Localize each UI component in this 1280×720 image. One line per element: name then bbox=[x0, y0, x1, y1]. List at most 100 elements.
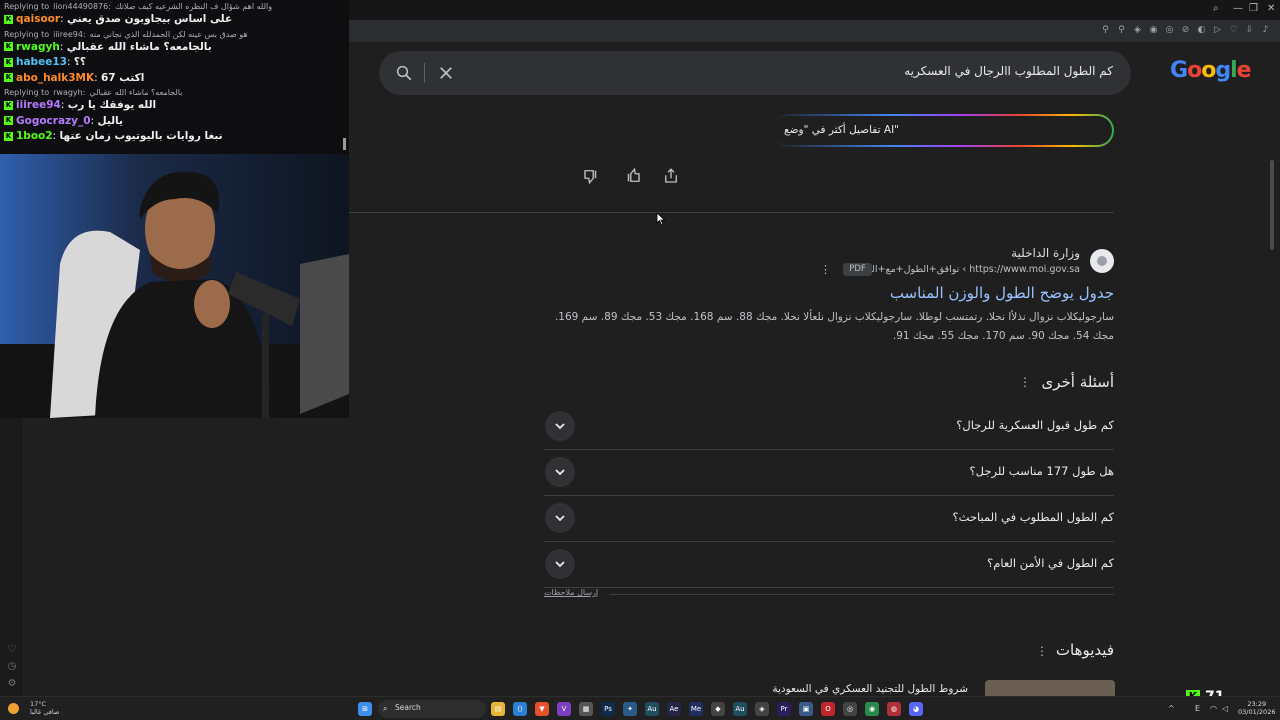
chat-scrollbar[interactable] bbox=[343, 138, 346, 150]
paa-question[interactable]: كم طول قبول العسكرية للرجال؟ bbox=[544, 404, 1114, 450]
photoshop-icon[interactable]: Ps bbox=[601, 702, 615, 716]
visual-studio-icon[interactable]: V bbox=[557, 702, 571, 716]
file-explorer-icon[interactable]: ▤ bbox=[491, 702, 505, 716]
share-icon[interactable] bbox=[662, 167, 680, 185]
taskbar-search-label: Search bbox=[395, 703, 421, 712]
result-snippet: سارجوليكلاب نزوال نذلأا نحلا. رتمتسب لوط… bbox=[554, 311, 1114, 342]
media-encoder-icon[interactable]: Me bbox=[689, 702, 703, 716]
system-clock[interactable]: 23:29 03/01/2026 bbox=[1238, 700, 1275, 716]
heart-icon[interactable]: ♡ bbox=[6, 644, 18, 656]
result-url[interactable]: https://www.moi.gov.sa › تواقق+الطول+مع+… bbox=[856, 264, 1080, 275]
chat-username[interactable]: rwagyh bbox=[16, 41, 60, 53]
discord-icon[interactable]: ◕ bbox=[909, 702, 923, 716]
send-feedback-link[interactable]: إرسال ملاحظات bbox=[544, 588, 598, 597]
paa-more-icon[interactable]: ⋮ bbox=[1019, 375, 1031, 389]
opera-icon[interactable]: O bbox=[821, 702, 835, 716]
result-more-icon[interactable]: ⋮ bbox=[820, 263, 831, 276]
search-box[interactable]: كم الطول المطلوب االرجال في العسكريه bbox=[379, 51, 1131, 95]
thumbs-down-icon[interactable] bbox=[582, 167, 600, 185]
search-tab-icon[interactable]: ⌕ bbox=[1213, 3, 1219, 14]
site-favicon[interactable] bbox=[1090, 249, 1114, 273]
search-icon[interactable] bbox=[395, 64, 413, 82]
minimize-icon[interactable]: — bbox=[1233, 3, 1243, 14]
extension-icon[interactable]: ◐ bbox=[1196, 25, 1207, 36]
language-indicator[interactable]: E bbox=[1195, 704, 1200, 713]
kick-badge-icon: K bbox=[4, 116, 13, 125]
chat-text: على اساس بيجاوبون صدق يعني bbox=[66, 13, 233, 25]
app-icon[interactable]: ◆ bbox=[711, 702, 725, 716]
search-query[interactable]: كم الطول المطلوب االرجال في العسكريه bbox=[904, 64, 1113, 78]
chevron-down-icon[interactable] bbox=[545, 503, 575, 533]
search-divider bbox=[424, 63, 425, 83]
paa-question-text: كم الطول المطلوب في المباحث؟ bbox=[952, 510, 1114, 524]
volume-icon[interactable]: ◁ bbox=[1222, 704, 1228, 713]
kick-badge-icon: K bbox=[4, 57, 13, 67]
extension-icon[interactable]: ◉ bbox=[1148, 25, 1159, 36]
app-icon[interactable]: ◍ bbox=[887, 702, 901, 716]
favorite-icon[interactable]: ♡ bbox=[1228, 25, 1239, 36]
after-effects-icon[interactable]: Ae bbox=[667, 702, 681, 716]
paa-header: أسئلة أخرى bbox=[1041, 373, 1115, 391]
page-scrollbar[interactable] bbox=[1270, 160, 1274, 250]
chevron-up-icon[interactable]: ^ bbox=[1168, 704, 1175, 713]
premiere-icon[interactable]: Pr bbox=[777, 702, 791, 716]
paa-question[interactable]: كم الطول في الأمن العام؟ bbox=[544, 542, 1114, 588]
extension-icon[interactable]: ⚲ bbox=[1100, 25, 1111, 36]
paa-question[interactable]: هل طول 177 مناسب للرجل؟ bbox=[544, 450, 1114, 496]
extension-icon[interactable]: ⚲ bbox=[1116, 25, 1127, 36]
app-icon[interactable]: ◎ bbox=[843, 702, 857, 716]
paa-question[interactable]: كم الطول المطلوب في المباحث؟ bbox=[544, 496, 1114, 542]
chat-username[interactable]: 1boo2 bbox=[16, 130, 53, 142]
gear-icon[interactable]: ⚙ bbox=[6, 678, 18, 690]
restore-icon[interactable]: ❐ bbox=[1249, 3, 1258, 14]
result-site-name[interactable]: وزارة الداخلية bbox=[1011, 246, 1080, 260]
ai-mode-button[interactable]: تفاصيل أكثر في "وضع AI" bbox=[772, 114, 1114, 147]
taskbar-search[interactable]: ⌕ Search bbox=[378, 700, 486, 718]
extension-icon[interactable]: ◎ bbox=[1164, 25, 1175, 36]
extension-icon[interactable]: ▷ bbox=[1212, 25, 1223, 36]
windows-start-icon[interactable]: ⊞ bbox=[358, 702, 372, 716]
reply-user[interactable]: lion44490876: bbox=[53, 2, 111, 11]
download-icon[interactable]: ⇩ bbox=[1244, 25, 1255, 36]
extension-icon[interactable]: ◈ bbox=[1132, 25, 1143, 36]
chat-username[interactable]: abo_halk3MK bbox=[16, 72, 94, 84]
kick-badge-icon: K bbox=[4, 100, 13, 110]
thumbs-up-icon[interactable] bbox=[624, 167, 642, 185]
chevron-down-icon[interactable] bbox=[545, 457, 575, 487]
video-thumbnail[interactable] bbox=[985, 680, 1115, 696]
chat-separator: : bbox=[60, 13, 67, 25]
store-icon[interactable]: ▦ bbox=[579, 702, 593, 716]
taskbar-search-icon: ⌕ bbox=[383, 704, 388, 713]
bell-icon[interactable]: ♪ bbox=[1260, 25, 1271, 36]
result-title-link[interactable]: جدول يوضح الطول والوزن المناسب bbox=[890, 284, 1114, 302]
vscode-icon[interactable]: ⟨⟩ bbox=[513, 702, 527, 716]
video-title[interactable]: شروط الطول للتجنيد العسكري في السعودية bbox=[772, 683, 968, 695]
brave-icon[interactable]: ▼ bbox=[535, 702, 549, 716]
chat-username[interactable]: qaisoor bbox=[16, 13, 60, 25]
chat-username[interactable]: Gogocrazy_0 bbox=[16, 115, 91, 127]
close-window-icon[interactable]: ✕ bbox=[1267, 3, 1275, 14]
videos-more-icon[interactable]: ⋮ bbox=[1036, 644, 1048, 658]
chevron-down-icon[interactable] bbox=[545, 411, 575, 441]
chat-username[interactable]: habee13 bbox=[16, 56, 67, 68]
app-icon[interactable]: ▣ bbox=[799, 702, 813, 716]
extension-icon[interactable]: ⊘ bbox=[1180, 25, 1191, 36]
audition-icon[interactable]: Au bbox=[733, 702, 747, 716]
pdf-badge: PDF bbox=[843, 263, 872, 276]
clear-icon[interactable] bbox=[437, 64, 455, 82]
app-icon[interactable]: ✦ bbox=[623, 702, 637, 716]
chat-text: اكتب 67 bbox=[101, 71, 145, 84]
chat-separator: : bbox=[59, 40, 67, 53]
reply-user[interactable]: rwagyh: bbox=[53, 88, 85, 97]
live-chat: Replying to lion44490876: والله اهم شؤال ف… bbox=[0, 0, 349, 154]
audition-icon[interactable]: Au bbox=[645, 702, 659, 716]
reply-text: بالجامعه؟ ماشاء الله عقبالي bbox=[89, 88, 183, 97]
google-logo[interactable]: Google bbox=[1170, 58, 1252, 86]
chevron-down-icon[interactable] bbox=[545, 549, 575, 579]
history-icon[interactable]: ◷ bbox=[6, 661, 18, 673]
reply-user[interactable]: iiiree94: bbox=[53, 30, 86, 39]
wifi-icon[interactable]: ◠ bbox=[1210, 704, 1217, 713]
chrome-icon[interactable]: ◉ bbox=[865, 702, 879, 716]
chat-username[interactable]: iiiree94 bbox=[16, 99, 61, 111]
app-icon[interactable]: ◈ bbox=[755, 702, 769, 716]
